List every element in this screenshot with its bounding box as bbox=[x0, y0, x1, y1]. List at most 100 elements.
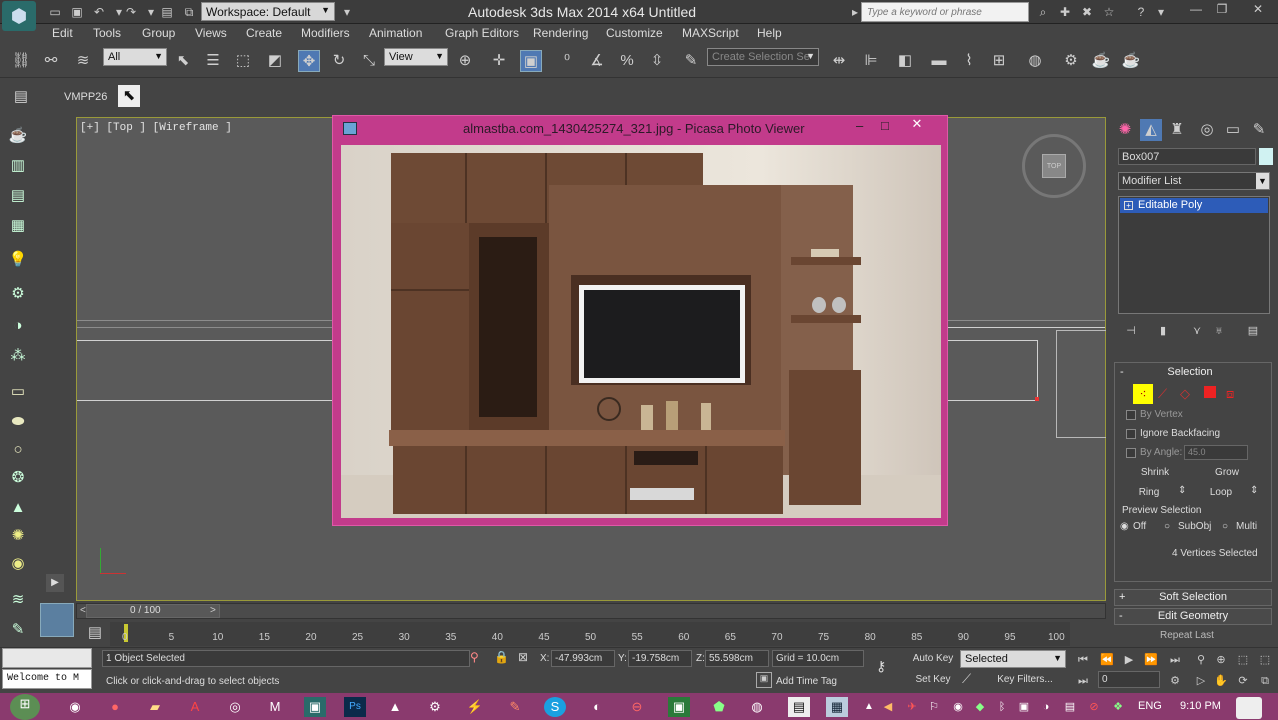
play-icon[interactable]: ▶ bbox=[1118, 649, 1140, 671]
menu-create[interactable]: Create bbox=[246, 26, 282, 40]
maxscript-listener-pink[interactable] bbox=[2, 648, 92, 668]
wireframe-box[interactable] bbox=[1056, 330, 1106, 438]
render-production-icon[interactable]: ☕ bbox=[1120, 50, 1142, 72]
search-input[interactable]: Type a keyword or phrase bbox=[861, 2, 1029, 22]
acrobat-icon[interactable]: A bbox=[184, 697, 206, 717]
app-taskbar-icon-3[interactable]: ⚡ bbox=[464, 697, 486, 717]
zoom-icon[interactable]: ⚲ bbox=[1190, 649, 1212, 671]
utilities-tab-icon[interactable]: ✎ bbox=[1248, 119, 1270, 141]
z-coordinate[interactable]: 55.598cm bbox=[705, 650, 769, 667]
ring-button[interactable]: Ring bbox=[1124, 484, 1174, 501]
bluetooth-icon[interactable]: ᛒ bbox=[994, 697, 1010, 717]
tray-icon-4[interactable]: ◉ bbox=[950, 697, 966, 717]
viewport-expand-icon[interactable]: ▶ bbox=[46, 574, 64, 592]
object-color-swatch[interactable] bbox=[1259, 148, 1273, 165]
tray-icon-7[interactable]: ◑ bbox=[1038, 697, 1054, 717]
photoshop-icon[interactable]: Ps bbox=[344, 697, 366, 717]
selection-rollout-title[interactable]: Selection bbox=[1150, 366, 1230, 378]
time-slider-next-icon[interactable]: > bbox=[210, 605, 216, 616]
element-mode-icon[interactable]: ⧈ bbox=[1226, 386, 1234, 402]
app-taskbar-icon-10[interactable]: ▤ bbox=[788, 697, 810, 717]
light-bulb-icon[interactable]: 💡 bbox=[6, 248, 30, 272]
unlink-icon[interactable]: ⚯ bbox=[40, 50, 62, 72]
helper-icon[interactable]: ⚙ bbox=[6, 282, 30, 306]
edit-named-selection-icon[interactable]: ✎ bbox=[680, 50, 702, 72]
polygon-mode-icon[interactable] bbox=[1204, 386, 1216, 398]
show-end-result-icon[interactable]: ▮ bbox=[1152, 320, 1174, 342]
cone-icon[interactable]: ▲ bbox=[6, 496, 30, 520]
favorites-star-icon[interactable]: ☆ bbox=[1100, 3, 1118, 21]
add-time-tag-button[interactable]: Add Time Tag bbox=[776, 676, 837, 687]
particle-icon[interactable]: ⁂ bbox=[6, 344, 30, 368]
loop-button[interactable]: Loop bbox=[1196, 484, 1246, 501]
toggle-track-bar-icon[interactable]: ▤ bbox=[84, 622, 106, 644]
omni-light-icon[interactable]: ◉ bbox=[6, 552, 30, 576]
link-icon[interactable]: ⛓ bbox=[10, 50, 32, 72]
pivot-center-icon[interactable]: ⊕ bbox=[454, 50, 476, 72]
pin-stack-icon[interactable]: ⊣ bbox=[1120, 320, 1142, 342]
soft-selection-rollout[interactable]: + Soft Selection bbox=[1114, 589, 1272, 606]
binoculars-icon[interactable]: ⌕ bbox=[1034, 3, 1052, 21]
tray-icon-5[interactable]: ◆ bbox=[972, 697, 988, 717]
menu-views[interactable]: Views bbox=[195, 26, 227, 40]
action-center-icon[interactable] bbox=[1236, 697, 1262, 719]
y-coordinate[interactable]: -19.758cm bbox=[628, 650, 692, 667]
tray-icon-8[interactable]: ▤ bbox=[1062, 697, 1078, 717]
preview-multi-radio[interactable]: ○ bbox=[1222, 521, 1228, 532]
key-mode-toggle-icon[interactable]: ⏭ bbox=[1072, 670, 1094, 692]
menu-graph-editors[interactable]: Graph Editors bbox=[445, 26, 519, 40]
maxscript-listener-white[interactable]: Welcome to M bbox=[2, 669, 92, 689]
app-taskbar-icon-6[interactable]: ⊖ bbox=[626, 697, 648, 717]
create-panel-icon[interactable]: ▥ bbox=[6, 154, 30, 178]
tray-icon-6[interactable]: ▣ bbox=[1016, 697, 1032, 717]
shrink-button[interactable]: Shrink bbox=[1124, 464, 1186, 481]
named-selection-sets-dropdown[interactable]: Create Selection Se ▼ bbox=[707, 48, 819, 66]
modifier-list-dropdown[interactable]: Modifier List ▼ bbox=[1118, 172, 1270, 190]
workspace-dropdown[interactable]: Workspace: Default ▼ bbox=[201, 2, 335, 21]
next-frame-icon[interactable]: ⏩ bbox=[1140, 649, 1162, 671]
hierarchy-tab-icon[interactable]: ♜ bbox=[1166, 119, 1188, 141]
layer-manager-icon[interactable]: ◧ bbox=[894, 50, 916, 72]
time-tag-icon[interactable]: ▣ bbox=[756, 672, 772, 688]
time-configuration-icon[interactable]: ⚙ bbox=[1164, 670, 1186, 692]
schematic-view-icon[interactable]: ⊞ bbox=[988, 50, 1010, 72]
chrome-icon[interactable]: ◉ bbox=[64, 697, 86, 717]
tray-icon-10[interactable]: ❖ bbox=[1110, 697, 1126, 717]
reference-coordinate-dropdown[interactable]: View ▼ bbox=[384, 48, 448, 66]
border-mode-icon[interactable]: ◇ bbox=[1180, 386, 1190, 402]
pin-icon[interactable]: ⚲ bbox=[470, 650, 479, 664]
loop-spinner-icon[interactable]: ⇕ bbox=[1250, 485, 1258, 496]
ring-spinner-icon[interactable]: ⇕ bbox=[1178, 485, 1186, 496]
key-icon[interactable]: ⚷ bbox=[876, 658, 886, 675]
3ds-max-taskbar-icon[interactable]: ▣ bbox=[304, 697, 326, 717]
app-taskbar-icon-2[interactable]: ⚙ bbox=[424, 697, 446, 717]
viewcube-top-face[interactable]: TOP bbox=[1042, 154, 1066, 178]
edge-mode-icon[interactable]: ⟋ bbox=[1158, 386, 1167, 402]
preview-subobj-radio[interactable]: ○ bbox=[1164, 521, 1170, 532]
sun-light-icon[interactable]: ✺ bbox=[6, 524, 30, 548]
redo-icon[interactable]: ↷ bbox=[122, 3, 140, 21]
mini-curve-editor-icon[interactable] bbox=[40, 603, 74, 637]
select-by-name-icon[interactable]: ☰ bbox=[202, 50, 224, 72]
hold-icon[interactable]: ⧉ bbox=[180, 3, 198, 21]
menu-group[interactable]: Group bbox=[142, 26, 175, 40]
restore-button[interactable]: ❐ bbox=[1210, 2, 1234, 20]
windows-start-icon[interactable]: ⊞ bbox=[10, 694, 40, 720]
preview-off-radio[interactable]: ◉ bbox=[1120, 521, 1129, 532]
menu-customize[interactable]: Customize bbox=[606, 26, 663, 40]
time-slider[interactable] bbox=[76, 603, 1106, 619]
selection-filter-dropdown[interactable]: All ▼ bbox=[103, 48, 167, 66]
remove-modifier-icon[interactable]: ♅ bbox=[1208, 320, 1230, 342]
save-icon[interactable]: ▣ bbox=[68, 3, 86, 21]
maxscript-taskbar-icon[interactable]: M bbox=[264, 697, 286, 717]
plane-icon[interactable]: ⬬ bbox=[6, 410, 30, 434]
default-tangent-icon[interactable]: ⟋ bbox=[962, 671, 971, 687]
viewport-label[interactable]: [+] [Top ] [Wireframe ] bbox=[80, 122, 232, 134]
time-slider-prev-icon[interactable]: < bbox=[80, 605, 86, 616]
ignore-backfacing-checkbox[interactable] bbox=[1126, 429, 1136, 439]
snaps-toggle-icon[interactable]: ⁰ bbox=[556, 50, 578, 72]
align-icon[interactable]: ⊫ bbox=[860, 50, 882, 72]
angle-spinner[interactable]: 45.0 bbox=[1184, 445, 1248, 460]
app-taskbar-icon-1[interactable]: ▲ bbox=[384, 697, 406, 717]
close-button[interactable]: ✕ bbox=[1246, 2, 1270, 20]
